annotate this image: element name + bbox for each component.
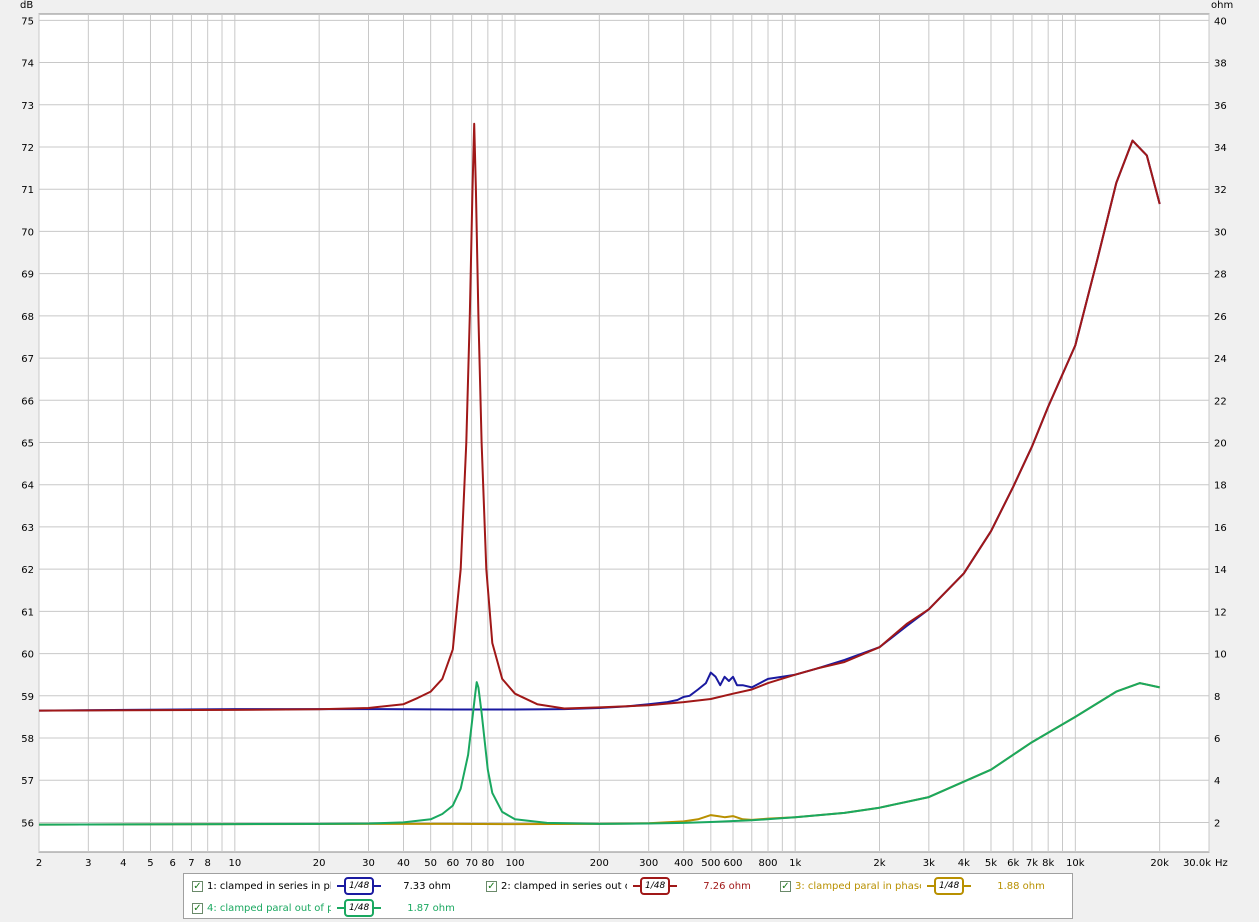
y-tick-label: 75	[21, 16, 34, 27]
x-tick-label: 3	[85, 858, 91, 869]
legend: ✓ 1: clamped in series in pha 1/48 7.33 …	[183, 873, 1073, 919]
legend-checkbox-2[interactable]: ✓	[486, 880, 497, 892]
y2-tick-label: 6	[1214, 734, 1220, 745]
y2-tick-label: 24	[1214, 354, 1227, 365]
x-tick-label: 2k	[873, 858, 885, 869]
legend-item-2[interactable]: ✓ 2: clamped in series out of 1/48 7.26 …	[486, 877, 751, 895]
right-axis-unit: ohm	[1211, 0, 1233, 11]
x-tick-label: 300	[639, 858, 658, 869]
x-tick-label: 10	[228, 858, 241, 869]
legend-checkbox-1[interactable]: ✓	[192, 880, 203, 892]
y2-tick-label: 34	[1214, 143, 1227, 154]
smoothing-button-1[interactable]: 1/48	[337, 877, 382, 895]
x-tick-label: 10k	[1066, 858, 1085, 869]
x-tick-label: 20	[313, 858, 326, 869]
y2-tick-label: 20	[1214, 438, 1227, 449]
y-tick-label: 73	[21, 101, 34, 112]
y-tick-label: 65	[21, 438, 34, 449]
y2-tick-label: 2	[1214, 818, 1220, 829]
legend-value-2: 7.26 ohm	[703, 880, 751, 892]
y2-tick-label: 22	[1214, 396, 1227, 407]
x-tick-label: 40	[397, 858, 410, 869]
x-tick-label: 6k	[1007, 858, 1019, 869]
legend-label-2: 2: clamped in series out of	[501, 880, 627, 892]
legend-label-4: 4: clamped paral out of ph	[207, 902, 331, 914]
x-tick-label: 20k	[1150, 858, 1169, 869]
smoothing-button-3[interactable]: 1/48	[927, 877, 972, 895]
left-axis-unit: dB	[20, 0, 33, 11]
y-tick-label: 59	[21, 692, 34, 703]
y-tick-label: 71	[21, 185, 34, 196]
x-tick-label: 3k	[923, 858, 935, 869]
y2-tick-label: 14	[1214, 565, 1227, 576]
y-tick-label: 74	[21, 59, 34, 70]
y-tick-label: 63	[21, 523, 34, 534]
y-tick-label: 67	[21, 354, 34, 365]
y2-tick-label: 38	[1214, 59, 1227, 70]
y2-tick-label: 16	[1214, 523, 1227, 534]
x-tick-label: 4k	[958, 858, 970, 869]
x-tick-label: 8	[204, 858, 210, 869]
y2-tick-label: 28	[1214, 270, 1227, 281]
y2-tick-label: 12	[1214, 607, 1227, 618]
x-tick-label: 500	[701, 858, 720, 869]
x-tick-label: 200	[590, 858, 609, 869]
x-tick-label: 2	[36, 858, 42, 869]
x-tick-label: 60	[446, 858, 459, 869]
x-tick-label: 80	[481, 858, 494, 869]
y2-tick-label: 26	[1214, 312, 1227, 323]
smoothing-button-4[interactable]: 1/48	[337, 899, 382, 917]
y-tick-label: 72	[21, 143, 34, 154]
y2-tick-label: 40	[1214, 16, 1227, 27]
x-axis-unit: Hz	[1215, 858, 1228, 869]
y-tick-label: 68	[21, 312, 34, 323]
x-tick-label: 7	[188, 858, 194, 869]
legend-value-1: 7.33 ohm	[403, 880, 451, 892]
y2-tick-label: 4	[1214, 776, 1220, 787]
legend-item-4[interactable]: ✓ 4: clamped paral out of ph 1/48 1.87 o…	[192, 899, 455, 917]
smoothing-button-2[interactable]: 1/48	[633, 877, 678, 895]
legend-item-3[interactable]: ✓ 3: clamped paral in phase 1/48 1.88 oh…	[780, 877, 1045, 895]
legend-value-3: 1.88 ohm	[997, 880, 1045, 892]
y2-tick-label: 8	[1214, 692, 1220, 703]
x-tick-label: 100	[505, 858, 524, 869]
y-tick-label: 69	[21, 270, 34, 281]
x-tick-label: 5	[147, 858, 153, 869]
y2-tick-label: 10	[1214, 650, 1227, 661]
legend-checkbox-3[interactable]: ✓	[780, 880, 791, 892]
x-tick-label: 600	[723, 858, 742, 869]
legend-value-4: 1.87 ohm	[407, 902, 455, 914]
legend-checkbox-4[interactable]: ✓	[192, 902, 203, 914]
legend-item-1[interactable]: ✓ 1: clamped in series in pha 1/48 7.33 …	[192, 877, 451, 895]
legend-label-1: 1: clamped in series in pha	[207, 880, 331, 892]
y-tick-label: 64	[21, 481, 34, 492]
y2-tick-label: 36	[1214, 101, 1227, 112]
x-tick-label: 70	[465, 858, 478, 869]
y2-tick-label: 18	[1214, 481, 1227, 492]
chart: 2 3 4 5 6 7 8 10 20 30 40 50 60 70 80 100 200 300 400 500 60…	[20, 0, 1233, 869]
y-tick-label: 62	[21, 565, 34, 576]
x-tick-label: 30	[362, 858, 375, 869]
y-tick-label: 57	[21, 776, 34, 787]
y-tick-label: 70	[21, 227, 34, 238]
x-tick-label: 50	[424, 858, 437, 869]
y-tick-label: 58	[21, 734, 34, 745]
x-tick-label: 5k	[985, 858, 997, 869]
x-tick-label: 8k	[1042, 858, 1054, 869]
x-tick-label: 800	[758, 858, 777, 869]
x-tick-label: 6	[169, 858, 175, 869]
plot-area	[38, 13, 1210, 853]
y2-tick-label: 32	[1214, 185, 1227, 196]
y-tick-label: 60	[21, 650, 34, 661]
x-tick-label: 4	[120, 858, 126, 869]
y-tick-label: 61	[21, 607, 34, 618]
legend-label-3: 3: clamped paral in phase	[795, 880, 921, 892]
y-tick-label: 66	[21, 396, 34, 407]
x-tick-label: 400	[674, 858, 693, 869]
x-tick-label: 7k	[1026, 858, 1038, 869]
x-tick-label: 30.0k	[1183, 858, 1211, 869]
y2-tick-label: 30	[1214, 227, 1227, 238]
y-tick-label: 56	[21, 818, 34, 829]
x-tick-label: 1k	[789, 858, 801, 869]
